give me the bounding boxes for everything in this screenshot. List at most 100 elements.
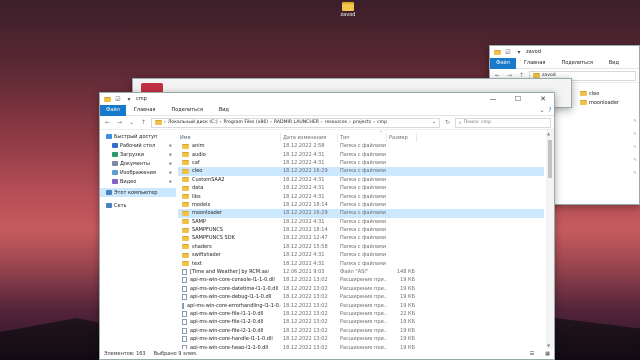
- cell-size: 19 КБ: [400, 327, 415, 334]
- table-row[interactable]: api-ms-win-core-file-l1-1-0.dll 18.12.202…: [178, 310, 544, 318]
- pin-icon[interactable]: ✱: [169, 143, 172, 148]
- table-row[interactable]: moonloader 18.12.2022 16:29 Папка с файлам…: [178, 209, 544, 218]
- table-row[interactable]: api-ms-win-core-errorhandling-l1-1-0.dll…: [178, 301, 544, 309]
- pin-icon[interactable]: ✱: [169, 170, 172, 175]
- ribbon-tab-view[interactable]: Вид: [211, 107, 237, 113]
- minimize-button[interactable]: —: [482, 93, 504, 105]
- breadcrumb-item[interactable]: Program Files (x86): [224, 120, 269, 125]
- refresh-icon[interactable]: ↻: [443, 119, 452, 126]
- maximize-button[interactable]: ☐: [507, 93, 529, 105]
- table-row[interactable]: api-ms-win-core-datetime-l1-1-0.dll 18.12…: [178, 285, 544, 293]
- pin-icon[interactable]: ✱: [169, 152, 172, 157]
- ribbon-tab-file[interactable]: Файл: [100, 104, 126, 116]
- ribbon-tab-view[interactable]: Вид: [601, 60, 627, 66]
- address-dropdown-icon[interactable]: ⌄: [432, 120, 436, 125]
- sidebar-item[interactable]: Видео ✱: [100, 177, 176, 186]
- cell-type: Файл "ASI": [340, 269, 369, 276]
- table-row[interactable]: CustomSAA2 18.12.2022 4:31 Папка с файлами: [178, 176, 544, 184]
- close-button[interactable]: ✕: [532, 93, 554, 105]
- search-input[interactable]: ⌕ Поиск: cmp: [455, 117, 551, 128]
- vertical-scrollbar[interactable]: ▲ ▼: [546, 130, 554, 349]
- ribbon-tab-file[interactable]: Файл: [490, 57, 516, 69]
- table-row[interactable]: models 18.12.2022 18:14 Папка с файлами: [178, 201, 544, 209]
- pin-icon[interactable]: ✱: [169, 179, 172, 184]
- chevron-down-icon[interactable]: ▾: [515, 48, 523, 56]
- scrollbar-thumb[interactable]: [548, 140, 552, 178]
- table-row[interactable]: api-ms-win-core-file-l1-2-0.dll 18.12.202…: [178, 318, 544, 326]
- back-arrow-icon[interactable]: ←: [103, 119, 112, 126]
- address-bar[interactable]: › Локальный диск (C:) › Program Files (x8…: [151, 117, 440, 128]
- table-row[interactable]: api-ms-win-core-debug-l1-1-0.dll 18.12.20…: [178, 293, 544, 301]
- table-row[interactable]: SAMP 18.12.2022 4:31 Папка с файлами: [178, 218, 544, 226]
- breadcrumb-item[interactable]: resources: [325, 120, 347, 125]
- recent-chevron-icon[interactable]: ⌄: [127, 119, 136, 126]
- scroll-up-icon[interactable]: ▲: [547, 131, 550, 136]
- file-rows: anim 18.12.2022 2:58 Папка с файлами audio 1…: [178, 142, 544, 349]
- list-item[interactable]: cleo: [574, 89, 639, 98]
- sidebar-item[interactable]: Этот компьютер: [100, 188, 176, 197]
- breadcrumb-item[interactable]: Локальный диск (C:): [168, 120, 218, 125]
- breadcrumb-item[interactable]: RADMIR LAUNCHER: [274, 120, 319, 125]
- column-header-size[interactable]: Размер: [387, 133, 417, 142]
- sidebar-item[interactable]: Загрузки ✱: [100, 150, 176, 159]
- cell-name: swiftshader: [178, 252, 281, 258]
- sidebar-item[interactable]: Сеть: [100, 201, 176, 210]
- table-row[interactable]: libs 18.12.2022 4:31 Папка с файлами: [178, 192, 544, 200]
- scroll-down-icon[interactable]: ▼: [547, 343, 550, 348]
- ribbon-tab-share[interactable]: Поделиться: [553, 60, 600, 66]
- sidebar-item[interactable]: Рабочий стол ✱: [100, 141, 176, 150]
- chevron-down-icon[interactable]: ▾: [125, 95, 133, 103]
- file-icon: [182, 302, 184, 309]
- table-row[interactable]: audio 18.12.2022 4:31 Папка с файлами: [178, 150, 544, 158]
- cell-name-text: SAMP: [192, 218, 207, 225]
- ribbon-tab-share[interactable]: Поделиться: [163, 107, 210, 113]
- cell-type: Расширение при...: [340, 311, 387, 317]
- breadcrumb-item[interactable]: projects: [353, 120, 371, 125]
- file-icon: [182, 277, 187, 284]
- help-icon[interactable]: ?: [546, 106, 554, 114]
- cell-name: models: [178, 202, 281, 208]
- file-icon: [182, 269, 187, 276]
- cell-date: 18.12.2022 4:31: [283, 193, 325, 200]
- sidebar-item-label: Видео: [120, 178, 137, 185]
- explorer-window-cmp[interactable]: ☑ ▾ cmp — ☐ ✕ Файл Главная Поделиться Ви…: [99, 92, 555, 360]
- table-row[interactable]: text 18.12.2022 4:31 Папка с файлами: [178, 259, 544, 267]
- cell-name: text: [178, 261, 281, 267]
- table-row[interactable]: anim 18.12.2022 2:58 Папка с файлами: [178, 142, 544, 150]
- table-row[interactable]: [Time and Weather] by RCM.asi 12.06.2021 …: [178, 268, 544, 276]
- pin-icon[interactable]: ✱: [169, 161, 172, 166]
- table-row[interactable]: api-ms-win-core-file-l2-1-0.dll 18.12.202…: [178, 327, 544, 335]
- checkbox-icon[interactable]: ☑: [114, 95, 122, 103]
- table-row[interactable]: data 18.12.2022 4:31 Папка с файлами: [178, 184, 544, 192]
- table-row[interactable]: shaders 18.12.2022 15:58 Папка с файлами: [178, 243, 544, 251]
- table-row[interactable]: api-ms-win-core-console-l1-1-0.dll 18.12.…: [178, 276, 544, 284]
- checkbox-icon[interactable]: ☑: [504, 48, 512, 56]
- breadcrumb-item[interactable]: cmp: [377, 120, 387, 125]
- list-item[interactable]: moonloader: [574, 98, 639, 107]
- folder-icon: [182, 152, 189, 158]
- table-row[interactable]: caf 18.12.2022 4:31 Папка с файлами: [178, 159, 544, 167]
- table-row[interactable]: SAMPFUNCS SDK 18.12.2022 12:47 Папка с фай…: [178, 234, 544, 242]
- cell-size: 19 КБ: [400, 277, 415, 284]
- forward-arrow-icon[interactable]: →: [115, 119, 124, 126]
- ribbon-tab-home[interactable]: Главная: [126, 107, 164, 113]
- column-header-name[interactable]: Имя: [178, 133, 281, 142]
- details-view-icon[interactable]: ☰: [530, 351, 534, 357]
- sidebar-item[interactable]: Документы ✱: [100, 159, 176, 168]
- desktop-folder-zavod[interactable]: zavod: [337, 2, 359, 18]
- sidebar-item[interactable]: Изображения ✱: [100, 168, 176, 177]
- title-bar[interactable]: ☑ ▾ zavod: [490, 46, 639, 58]
- table-row[interactable]: SAMPFUNCS 18.12.2022 18:14 Папка с файлами: [178, 226, 544, 234]
- title-bar[interactable]: ☑ ▾ cmp — ☐ ✕: [100, 93, 554, 105]
- file-icon: [182, 285, 187, 292]
- up-arrow-icon[interactable]: ↑: [139, 119, 148, 126]
- expand-ribbon-icon[interactable]: ⌄: [538, 106, 546, 114]
- sidebar-item[interactable]: Быстрый доступ: [100, 132, 176, 141]
- tiles-view-icon[interactable]: ▦: [545, 351, 550, 357]
- ribbon-tab-home[interactable]: Главная: [516, 60, 554, 66]
- table-row[interactable]: api-ms-win-core-handle-l1-1-0.dll 18.12.2…: [178, 335, 544, 343]
- column-header-type[interactable]: Тип: [338, 133, 387, 142]
- table-row[interactable]: swiftshader 18.12.2022 4:31 Папка с файлам…: [178, 251, 544, 259]
- table-row[interactable]: cleo 18.12.2022 16:29 Папка с файлами: [178, 167, 544, 176]
- column-header-date[interactable]: Дата изменения: [281, 133, 338, 142]
